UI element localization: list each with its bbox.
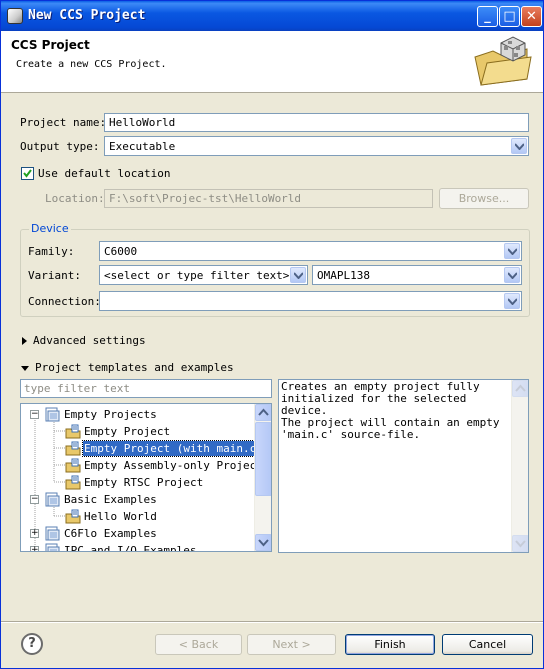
- chevron-down-icon[interactable]: [504, 293, 520, 309]
- tree-category-item[interactable]: + IPC and I/O Examples: [21, 542, 256, 552]
- tree-item-label: Empty Project: [83, 424, 171, 439]
- close-icon: ✕: [522, 7, 541, 26]
- expand-icon[interactable]: +: [30, 529, 39, 538]
- scroll-down-button[interactable]: [255, 534, 272, 551]
- variant-value: OMAPL138: [317, 269, 370, 282]
- device-group-title: Device: [29, 222, 71, 235]
- family-value: C6000: [104, 245, 137, 258]
- tree-item-label: Empty RTSC Project: [83, 475, 204, 490]
- family-label: Family:: [28, 245, 74, 258]
- description-vertical-scrollbar: [511, 380, 528, 552]
- template-category-icon: [45, 407, 61, 422]
- template-tree[interactable]: −Empty ProjectsEmpty ProjectEmpty Projec…: [20, 403, 272, 552]
- output-type-value: Executable: [109, 140, 175, 153]
- template-category-icon: [45, 526, 61, 541]
- variant-label: Variant:: [28, 269, 81, 282]
- wizard-banner: CCS Project Create a new CCS Project.: [1, 31, 543, 93]
- location-input: F:\soft\Projec-tst\HelloWorld: [104, 189, 433, 208]
- tree-item-label: Empty Project (with main.c): [83, 441, 264, 456]
- variant-select[interactable]: OMAPL138: [312, 265, 522, 285]
- chevron-down-icon[interactable]: [504, 267, 520, 283]
- output-type-select[interactable]: Executable: [104, 136, 529, 156]
- use-default-location-label: Use default location: [38, 167, 170, 180]
- browse-button: Browse...: [439, 188, 529, 209]
- chevron-up-icon: [256, 405, 271, 420]
- project-templates-toggle[interactable]: Project templates and examples: [21, 361, 234, 374]
- connection-select[interactable]: [99, 291, 522, 311]
- project-template-icon: [65, 424, 81, 439]
- collapse-icon[interactable]: −: [30, 495, 39, 504]
- tree-item-label: Basic Examples: [63, 492, 158, 507]
- tree-template-item[interactable]: Hello World: [21, 508, 256, 525]
- project-template-icon: [65, 475, 81, 490]
- project-template-icon: [65, 458, 81, 473]
- checkmark-icon: [22, 168, 33, 179]
- ccs-app-icon: [7, 8, 23, 24]
- collapse-icon[interactable]: −: [30, 410, 39, 419]
- chevron-down-icon: [513, 536, 528, 551]
- footer-separator: [1, 621, 543, 623]
- tree-vertical-scrollbar[interactable]: [254, 404, 271, 551]
- cancel-button[interactable]: Cancel: [442, 634, 533, 655]
- tree-item-label: C6Flo Examples: [63, 526, 158, 541]
- chevron-down-icon[interactable]: [504, 243, 520, 259]
- chevron-up-icon: [513, 381, 528, 396]
- scroll-up-button: [512, 380, 529, 397]
- maximize-button[interactable]: □: [499, 6, 520, 27]
- close-button[interactable]: ✕: [521, 6, 542, 27]
- tree-item-label: IPC and I/O Examples: [63, 543, 197, 552]
- template-description: Creates an empty project fully initializ…: [281, 381, 511, 441]
- use-default-location-checkbox[interactable]: [21, 167, 34, 180]
- tree-item-label: Empty Projects: [63, 407, 158, 422]
- project-name-input[interactable]: HelloWorld: [104, 113, 529, 132]
- expanded-triangle-icon: [21, 366, 29, 371]
- connection-label: Connection:: [28, 295, 101, 308]
- expand-icon[interactable]: +: [30, 546, 39, 552]
- output-type-label: Output type:: [20, 140, 99, 153]
- maximize-icon: □: [500, 7, 519, 26]
- help-icon[interactable]: ?: [21, 633, 43, 655]
- tree-category-item[interactable]: − Empty Projects: [21, 406, 256, 423]
- new-ccs-project-dialog: New CCS Project _ □ ✕ CCS Project Create…: [0, 0, 544, 669]
- location-label: Location:: [45, 192, 105, 205]
- scroll-down-button: [512, 535, 529, 552]
- scroll-thumb[interactable]: [255, 422, 272, 496]
- tree-item-label: Empty Assembly-only Project: [83, 458, 264, 473]
- banner-title: CCS Project: [11, 38, 90, 52]
- tree-template-item[interactable]: Empty Project (with main.c): [21, 440, 256, 457]
- chevron-down-icon[interactable]: [511, 138, 527, 154]
- finish-button[interactable]: Finish: [345, 634, 435, 655]
- tree-category-item[interactable]: + C6Flo Examples: [21, 525, 256, 542]
- template-category-icon: [45, 492, 61, 507]
- tree-template-item[interactable]: Empty Project: [21, 423, 256, 440]
- project-name-label: Project name:: [20, 116, 106, 129]
- variant-filter-value: <select or type filter text>: [104, 269, 289, 282]
- template-category-icon: [45, 543, 61, 552]
- variant-filter-select[interactable]: <select or type filter text>: [99, 265, 308, 285]
- family-select[interactable]: C6000: [99, 241, 522, 261]
- minimize-icon: _: [478, 7, 497, 26]
- chevron-down-icon: [256, 535, 271, 550]
- tree-item-label: Hello World: [83, 509, 158, 524]
- title-bar[interactable]: New CCS Project _ □ ✕: [1, 1, 543, 31]
- template-description-panel: Creates an empty project fully initializ…: [278, 379, 529, 553]
- back-button: < Back: [155, 634, 242, 655]
- scroll-up-button[interactable]: [255, 404, 272, 421]
- minimize-button[interactable]: _: [477, 6, 498, 27]
- advanced-settings-label: Advanced settings: [33, 334, 146, 347]
- next-button: Next >: [247, 634, 336, 655]
- tree-template-item[interactable]: Empty RTSC Project: [21, 474, 256, 491]
- project-templates-label: Project templates and examples: [35, 361, 234, 374]
- window-title: New CCS Project: [28, 8, 145, 23]
- banner-subtitle: Create a new CCS Project.: [16, 59, 167, 70]
- tree-template-item[interactable]: Empty Assembly-only Project: [21, 457, 256, 474]
- new-project-folder-icon: [471, 35, 533, 87]
- project-template-icon: [65, 509, 81, 524]
- chevron-down-icon[interactable]: [290, 267, 306, 283]
- template-filter-input[interactable]: type filter text: [20, 379, 272, 398]
- project-template-icon: [65, 441, 81, 456]
- tree-category-item[interactable]: − Basic Examples: [21, 491, 256, 508]
- collapsed-triangle-icon: [22, 337, 27, 345]
- advanced-settings-toggle[interactable]: Advanced settings: [22, 334, 146, 347]
